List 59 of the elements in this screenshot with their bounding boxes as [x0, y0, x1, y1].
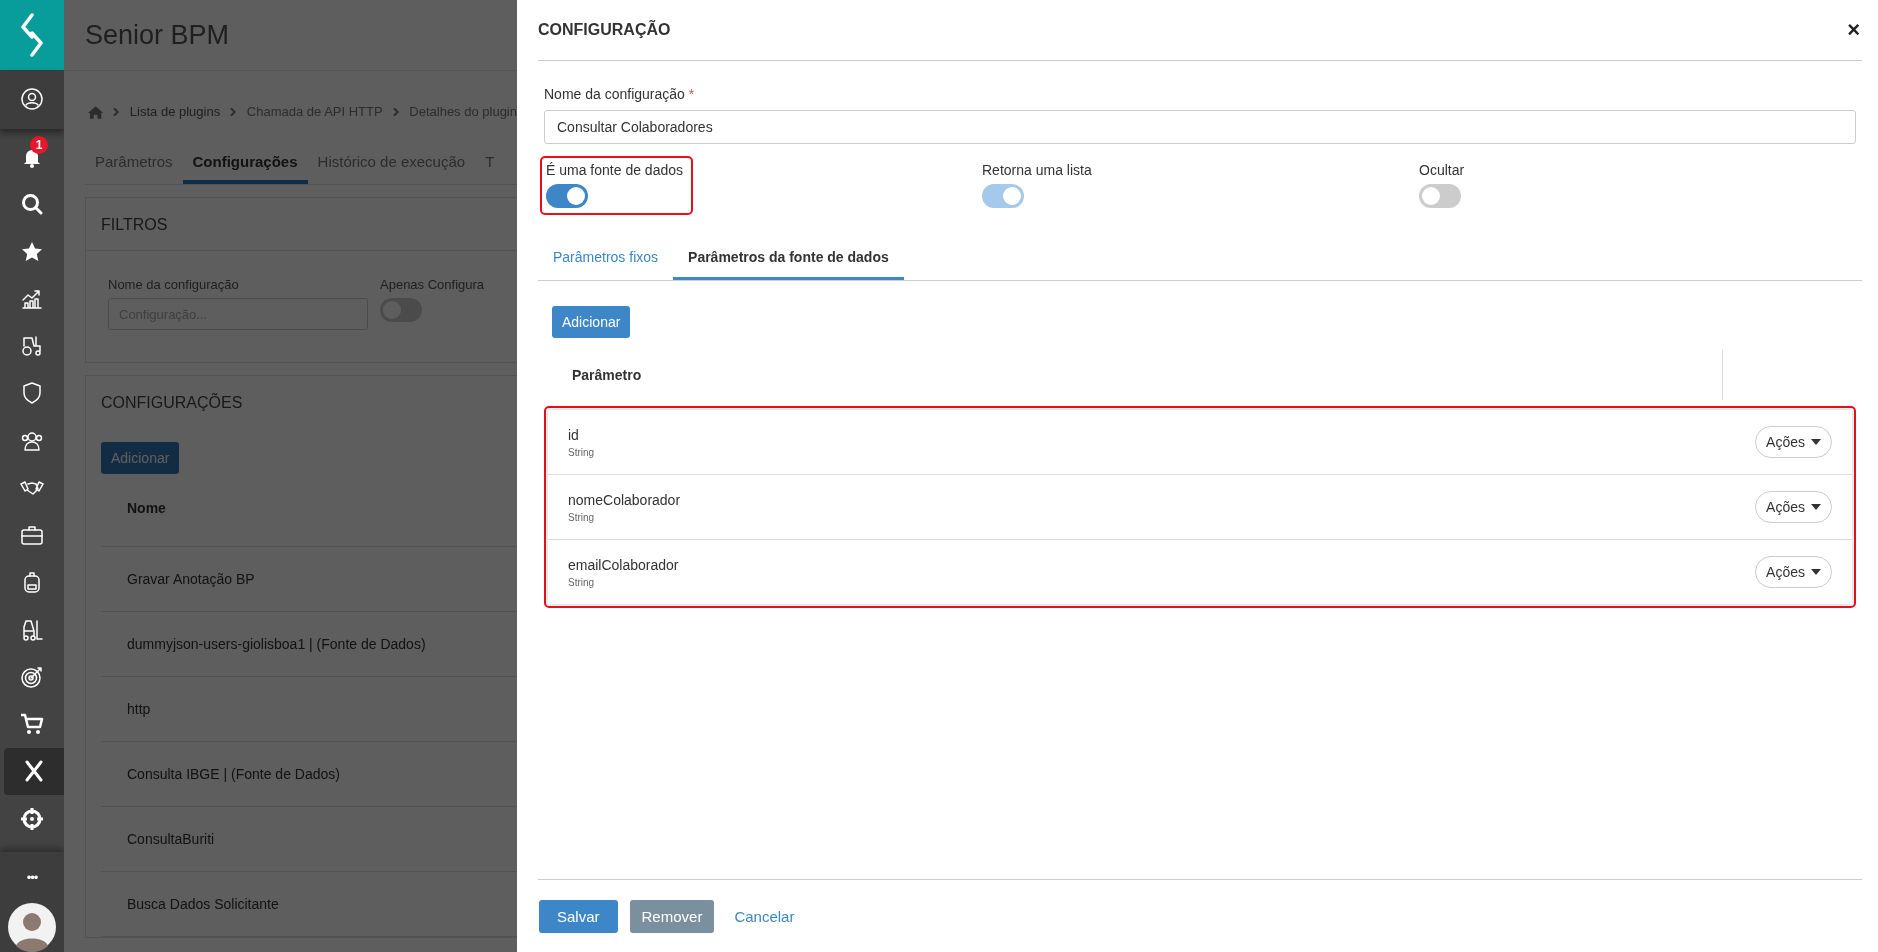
table-cell: http: [127, 701, 151, 717]
tab[interactable]: Parâmetros fixos: [538, 237, 674, 280]
table-cell: dummyjson-users-giolisboa1 | (Fonte de Dados): [127, 636, 426, 652]
input-field[interactable]: Consultar Colaboradores: [544, 110, 1856, 144]
tab[interactable]: Configurações: [182, 153, 308, 184]
app-title: Senior BPM: [85, 19, 230, 51]
home-icon: [88, 104, 104, 119]
table-cell: ConsultaBuriti: [127, 831, 215, 847]
actions-dropdown[interactable]: Ações: [1755, 491, 1832, 523]
tab[interactable]: Parâmetros da fonte de dados: [673, 237, 904, 280]
field-label: Nome da configuração: [108, 277, 240, 292]
field-label: Nome da configuração *: [544, 86, 695, 102]
parameter-type: String: [568, 511, 596, 523]
cart-icon: [20, 712, 44, 737]
toggle-label: Retorna uma lista: [982, 162, 1092, 178]
sidebar-item[interactable]: [4, 747, 64, 796]
sidebar-item[interactable]: 1: [0, 133, 64, 181]
parameter-name: id: [568, 426, 580, 443]
toggle-label: É uma fonte de dados: [546, 162, 683, 178]
parameter-type: String: [568, 446, 596, 458]
section-title: CONFIGURAÇÕES: [100, 392, 244, 412]
user-icon: [20, 87, 44, 112]
actions-dropdown[interactable]: Ações: [1755, 426, 1832, 458]
toggle-label: Apenas Configura: [380, 277, 485, 292]
caret-icon: [1811, 569, 1821, 575]
actions-dropdown[interactable]: Ações: [1755, 556, 1832, 588]
briefcase-icon: [20, 523, 44, 548]
chevron-icon: [230, 106, 237, 117]
toggle-label: Ocultar: [1419, 162, 1465, 178]
add-button[interactable]: Adicionar: [552, 306, 631, 338]
tractor-icon: [20, 334, 44, 359]
table-cell: Busca Dados Solicitante: [127, 896, 279, 912]
crosshair-icon: [20, 806, 44, 831]
table-cell: Consulta IBGE | (Fonte de Dados): [127, 766, 340, 782]
caret-icon: [1811, 504, 1821, 510]
close-button[interactable]: ×: [1845, 17, 1862, 43]
notification-badge: 1: [30, 136, 48, 155]
toggle-switch[interactable]: [546, 184, 588, 208]
shield-icon: [20, 381, 44, 406]
avatar[interactable]: [7, 902, 57, 952]
parameter-type: String: [568, 576, 596, 588]
more-button[interactable]: •••: [0, 852, 64, 903]
forklift-icon: [20, 617, 44, 642]
add-button[interactable]: Adicionar: [101, 442, 180, 474]
footer-button[interactable]: Remover: [629, 899, 715, 933]
dialog-title: CONFIGURAÇÃO: [538, 21, 671, 39]
search-icon: [20, 192, 44, 217]
target-icon: [20, 664, 44, 689]
cancel-link[interactable]: Cancelar: [726, 899, 803, 933]
caret-icon: [1811, 439, 1821, 445]
parameter-name: nomeColaborador: [568, 491, 682, 508]
toggle-switch[interactable]: [1419, 184, 1461, 208]
table-cell: Gravar Anotação BP: [127, 571, 255, 587]
chevron-icon: [392, 106, 400, 117]
footer-button[interactable]: Salvar: [539, 899, 618, 933]
parameter-name: emailColaborador: [568, 556, 680, 573]
breadcrumb-link[interactable]: Lista de plugins: [129, 104, 221, 119]
column-header: Parâmetro: [572, 367, 642, 383]
chevron-icon: [113, 106, 120, 117]
